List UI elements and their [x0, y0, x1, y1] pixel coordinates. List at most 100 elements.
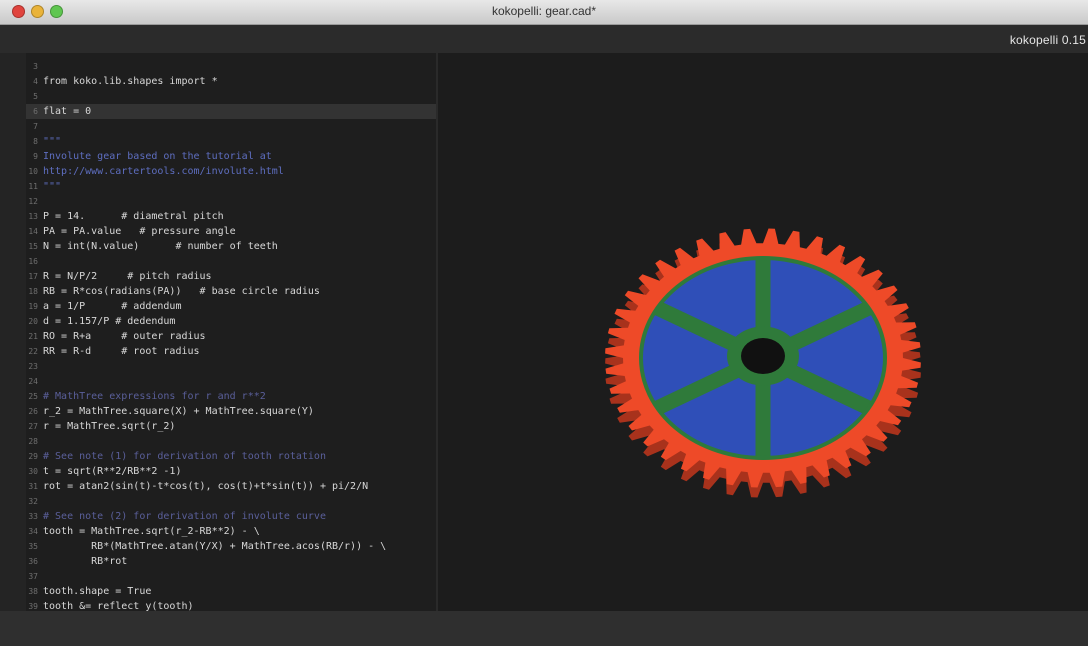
code-text: rot = atan2(sin(t)-t*cos(t), cos(t)+t*si…: [43, 481, 369, 492]
editor-line[interactable]: 5: [26, 89, 436, 104]
code-text: """: [43, 181, 62, 192]
line-number: 18: [28, 287, 38, 296]
code-editor[interactable]: 3 4 from koko.lib.shapes import * 5 6 flat = …: [26, 53, 436, 611]
editor-line[interactable]: 4 from koko.lib.shapes import *: [26, 74, 436, 89]
code-text: P = 14. # diametral pitch: [43, 211, 224, 222]
editor-line[interactable]: 27 r = MathTree.sqrt(r_2): [26, 419, 436, 434]
editor-line[interactable]: 15 N = int(N.value) # number of teeth: [26, 239, 436, 254]
code-text: RB*(MathTree.atan(Y/X) + MathTree.acos(R…: [43, 541, 387, 552]
editor-line[interactable]: 31 rot = atan2(sin(t)-t*cos(t), cos(t)+t*…: [26, 479, 436, 494]
editor-line[interactable]: 8 """: [26, 134, 436, 149]
editor-line[interactable]: 3: [26, 59, 436, 74]
code-text: PA = PA.value # pressure angle: [43, 226, 236, 237]
editor-line[interactable]: 37: [26, 569, 436, 584]
editor-line[interactable]: 16: [26, 254, 436, 269]
line-number: 9: [33, 152, 38, 161]
editor-line[interactable]: 18 RB = R*cos(radians(PA)) # base circle …: [26, 284, 436, 299]
line-number: 39: [28, 602, 38, 611]
line-number: 34: [28, 527, 38, 536]
editor-line[interactable]: 26 r_2 = MathTree.square(X) + MathTree.sq…: [26, 404, 436, 419]
gear-render: [605, 228, 921, 498]
line-number: 22: [28, 347, 38, 356]
editor-line[interactable]: 14 PA = PA.value # pressure angle: [26, 224, 436, 239]
line-number: 24: [28, 377, 38, 386]
editor-line[interactable]: 9 Involute gear based on the tutorial at: [26, 149, 436, 164]
code-text: d = 1.157/P # dedendum: [43, 316, 176, 327]
code-text: r = MathTree.sqrt(r_2): [43, 421, 176, 432]
render-viewport[interactable]: [438, 53, 1088, 611]
line-number: 36: [28, 557, 38, 566]
line-number: 6: [33, 107, 38, 116]
line-number: 17: [28, 272, 38, 281]
line-number: 16: [28, 257, 38, 266]
line-number: 11: [28, 182, 38, 191]
gear-bore: [741, 337, 785, 375]
app-window: kokopelli: gear.cad* kokopelli 0.15 3 4 fr…: [0, 0, 1088, 646]
editor-line[interactable]: 11 """: [26, 179, 436, 194]
editor-line[interactable]: 17 R = N/P/2 # pitch radius: [26, 269, 436, 284]
app-version-label: kokopelli 0.15: [1009, 33, 1086, 47]
line-number: 35: [28, 542, 38, 551]
code-text: flat = 0: [43, 106, 92, 117]
editor-line[interactable]: 19 a = 1/P # addendum: [26, 299, 436, 314]
line-number: 21: [28, 332, 38, 341]
line-number: 3: [33, 62, 38, 71]
line-number: 14: [28, 227, 38, 236]
line-number: 5: [33, 92, 38, 101]
code-text: tooth &= reflect_y(tooth): [43, 601, 194, 611]
editor-line[interactable]: 32: [26, 494, 436, 509]
editor-line[interactable]: 35 RB*(MathTree.atan(Y/X) + MathTree.aco…: [26, 539, 436, 554]
window-title: kokopelli: gear.cad*: [491, 4, 597, 18]
title-bar[interactable]: kokopelli: gear.cad*: [0, 0, 1088, 25]
app-toolbar: kokopelli 0.15: [0, 25, 1088, 53]
code-text: RO = R+a # outer radius: [43, 331, 206, 342]
editor-line[interactable]: 36 RB*rot: [26, 554, 436, 569]
code-text: tooth.shape = True: [43, 586, 152, 597]
code-text: R = N/P/2 # pitch radius: [43, 271, 212, 282]
code-text: RR = R-d # root radius: [43, 346, 200, 357]
editor-line[interactable]: 7: [26, 119, 436, 134]
line-number: 33: [28, 512, 38, 521]
code-text: t = sqrt(R**2/RB**2 -1): [43, 466, 182, 477]
line-number: 28: [28, 437, 38, 446]
editor-line[interactable]: 33 # See note (2) for derivation of invol…: [26, 509, 436, 524]
code-text: RB*rot: [43, 556, 128, 567]
code-text: # See note (1) for derivation of tooth r…: [43, 451, 326, 462]
editor-line[interactable]: 24: [26, 374, 436, 389]
editor-line[interactable]: 34 tooth = MathTree.sqrt(r_2-RB**2) - \: [26, 524, 436, 539]
line-number: 38: [28, 587, 38, 596]
editor-line[interactable]: 12: [26, 194, 436, 209]
editor-line[interactable]: 6 flat = 0: [26, 104, 436, 119]
editor-line[interactable]: 20 d = 1.157/P # dedendum: [26, 314, 436, 329]
editor-line[interactable]: 23: [26, 359, 436, 374]
line-number: 29: [28, 452, 38, 461]
editor-line[interactable]: 29 # See note (1) for derivation of tooth…: [26, 449, 436, 464]
code-text: # See note (2) for derivation of involut…: [43, 511, 326, 522]
editor-line[interactable]: 22 RR = R-d # root radius: [26, 344, 436, 359]
editor-line[interactable]: 30 t = sqrt(R**2/RB**2 -1): [26, 464, 436, 479]
code-text: a = 1/P # addendum: [43, 301, 182, 312]
line-number: 12: [28, 197, 38, 206]
line-number: 37: [28, 572, 38, 581]
code-text: tooth = MathTree.sqrt(r_2-RB**2) - \: [43, 526, 260, 537]
line-number: 31: [28, 482, 38, 491]
code-text: Involute gear based on the tutorial at: [43, 151, 272, 162]
editor-line[interactable]: 25 # MathTree expressions for r and r**2: [26, 389, 436, 404]
line-number: 20: [28, 317, 38, 326]
code-text: N = int(N.value) # number of teeth: [43, 241, 278, 252]
left-margin: [0, 53, 26, 611]
code-text: http://www.cartertools.com/involute.html: [43, 166, 284, 177]
line-number: 4: [33, 77, 38, 86]
editor-line[interactable]: 38 tooth.shape = True: [26, 584, 436, 599]
code-text: from koko.lib.shapes import *: [43, 76, 218, 87]
line-number: 23: [28, 362, 38, 371]
status-bar: [0, 611, 1088, 646]
line-number: 26: [28, 407, 38, 416]
editor-line[interactable]: 13 P = 14. # diametral pitch: [26, 209, 436, 224]
line-number: 32: [28, 497, 38, 506]
editor-line[interactable]: 39 tooth &= reflect_y(tooth): [26, 599, 436, 611]
code-text: RB = R*cos(radians(PA)) # base circle ra…: [43, 286, 320, 297]
editor-line[interactable]: 28: [26, 434, 436, 449]
editor-line[interactable]: 10 http://www.cartertools.com/involute.ht…: [26, 164, 436, 179]
editor-line[interactable]: 21 RO = R+a # outer radius: [26, 329, 436, 344]
